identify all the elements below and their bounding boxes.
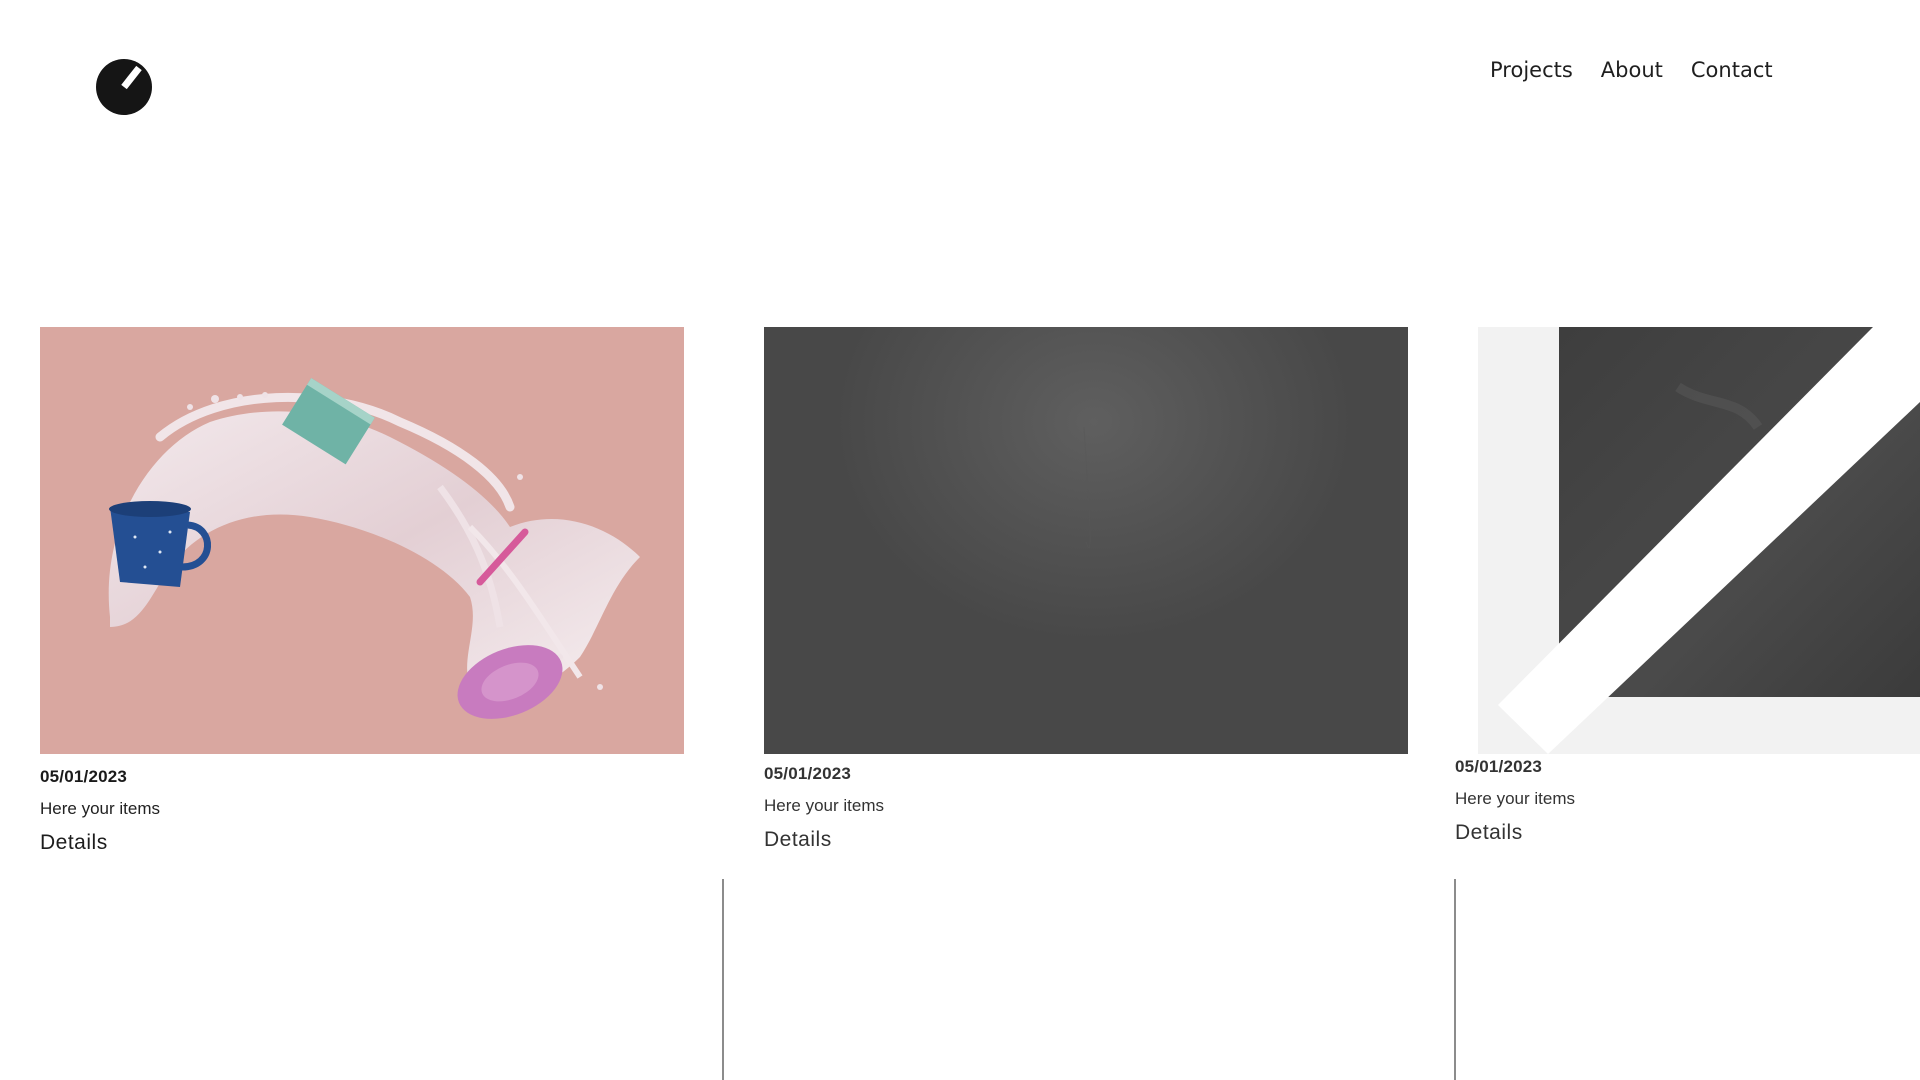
details-link[interactable]: Details [40, 831, 684, 855]
project-card-2[interactable]: 05/01/2023 Here your items Details [764, 327, 1408, 852]
nav-item-contact[interactable]: Contact [1691, 58, 1773, 82]
card-date: 05/01/2023 [764, 764, 852, 783]
milk-splash-cup-image[interactable] [40, 327, 684, 754]
main-nav: Projects About Contact [1490, 58, 1773, 82]
project-card-3[interactable]: 05/01/2023 Here your items Details [1455, 327, 1920, 845]
card-description: Here your items [764, 796, 884, 815]
dark-gray-gradient-image[interactable] [764, 327, 1408, 754]
page: Projects About Contact 05/01/2023 Here y… [0, 0, 1920, 1080]
nav-item-about[interactable]: About [1601, 58, 1663, 82]
details-link[interactable]: Details [1455, 821, 1920, 845]
project-card-1[interactable]: 05/01/2023 Here your items Details [40, 327, 684, 855]
card-date: 05/01/2023 [40, 767, 128, 786]
logo-icon[interactable] [95, 58, 153, 116]
column-divider [722, 879, 724, 1080]
card-description: Here your items [40, 799, 160, 818]
card-date: 05/01/2023 [1455, 757, 1543, 776]
details-link[interactable]: Details [764, 828, 1408, 852]
card-description: Here your items [1455, 789, 1575, 808]
nav-item-projects[interactable]: Projects [1490, 58, 1573, 82]
slate-white-stripe-image[interactable] [1478, 327, 1920, 754]
column-divider [1454, 879, 1456, 1080]
